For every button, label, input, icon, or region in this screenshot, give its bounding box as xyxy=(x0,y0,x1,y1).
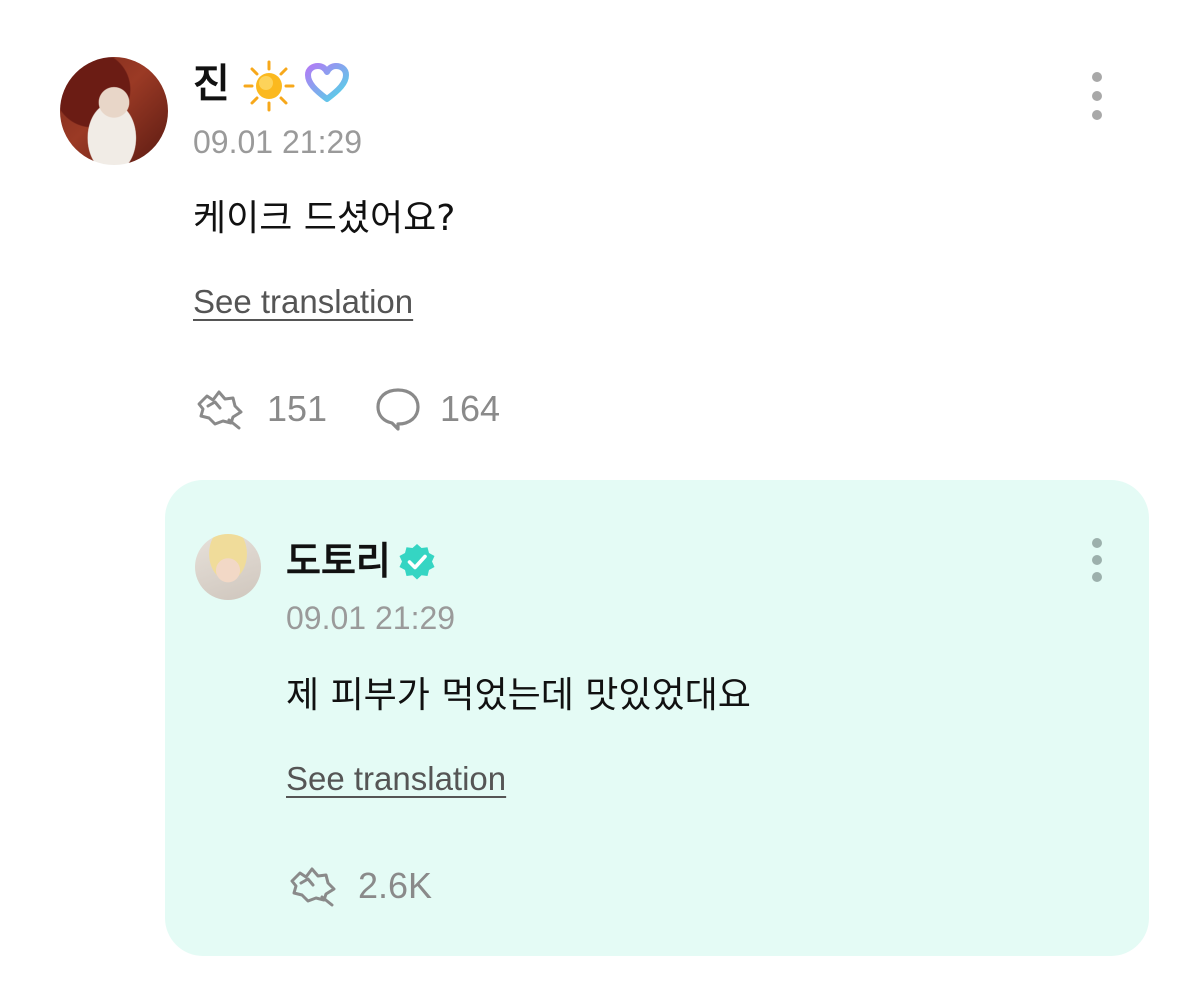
verified-badge-icon xyxy=(399,544,435,580)
reply-author-avatar[interactable] xyxy=(195,534,261,600)
weverse-heart-icon xyxy=(305,63,349,102)
sun-emoji-icon xyxy=(243,60,295,112)
like-count: 151 xyxy=(267,388,328,429)
reply-timestamp: 09.01 21:29 xyxy=(286,600,456,636)
like-button[interactable]: 151 xyxy=(193,386,327,432)
post-timestamp: 09.01 21:29 xyxy=(193,124,363,160)
comment-count: 164 xyxy=(440,388,501,429)
post-text: 케이크 드셨어요? xyxy=(193,198,456,239)
comment-button[interactable]: 164 xyxy=(374,386,500,432)
author-avatar[interactable] xyxy=(60,57,168,165)
see-translation-link[interactable]: See translation xyxy=(193,282,413,322)
more-options-icon[interactable] xyxy=(1087,70,1107,122)
reply-author-name[interactable]: 도토리 xyxy=(286,534,391,588)
reply-more-options-icon[interactable] xyxy=(1087,534,1107,586)
author-name[interactable]: 진 xyxy=(193,56,230,112)
reply-see-translation-link[interactable]: See translation xyxy=(286,759,506,799)
reply-like-count: 2.6K xyxy=(358,865,433,906)
comment-icon xyxy=(376,388,420,431)
reply-text: 제 피부가 먹었는데 맛있었대요 xyxy=(286,675,751,716)
reply-like-icon xyxy=(290,867,336,907)
like-icon xyxy=(197,390,243,430)
post-thread: 진 09.01 21:29 케이크 드셨어요? See translation xyxy=(0,0,1179,989)
reply-like-button[interactable]: 2.6K xyxy=(286,863,432,909)
